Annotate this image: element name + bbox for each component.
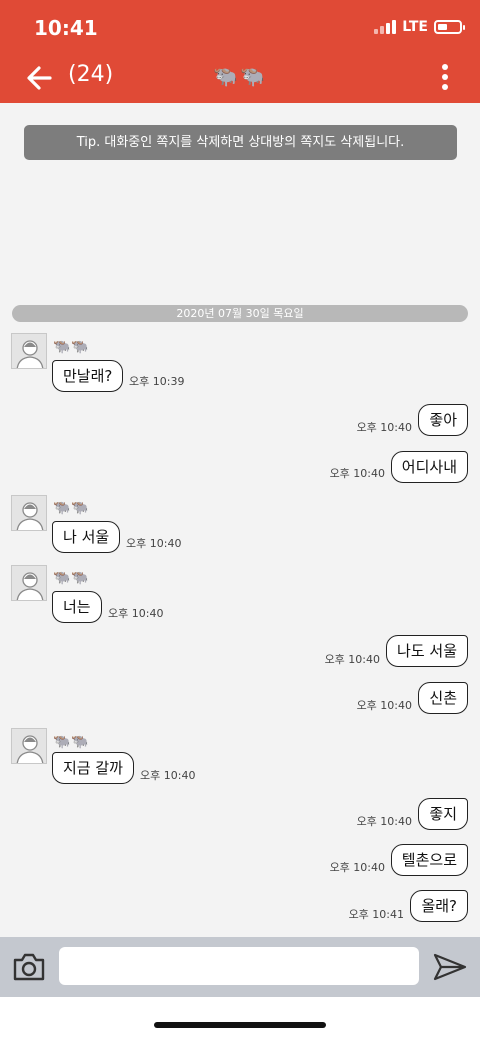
- message-time: 오후 10:40: [329, 861, 385, 874]
- camera-icon: [13, 953, 45, 981]
- home-indicator[interactable]: [154, 1022, 326, 1028]
- header-bar: 10:41 LTE (24) 🐃🐃: [0, 0, 480, 103]
- message-time: 오후 10:39: [129, 375, 185, 388]
- conversation-title: 🐃🐃: [213, 64, 267, 88]
- outgoing-message-bubble[interactable]: 좋지: [418, 798, 468, 830]
- signal-icon: [374, 20, 397, 34]
- message-input[interactable]: [59, 947, 419, 985]
- sender-name: 🐃🐃: [53, 500, 90, 516]
- send-icon: [433, 953, 467, 981]
- status-indicators: LTE: [374, 19, 465, 35]
- home-area: [0, 997, 480, 1039]
- message-time: 오후 10:40: [329, 467, 385, 480]
- battery-icon: [434, 20, 465, 34]
- sender-name: 🐃🐃: [53, 734, 90, 750]
- status-time: 10:41: [34, 16, 98, 40]
- send-button[interactable]: [432, 951, 468, 983]
- outgoing-message-bubble[interactable]: 신촌: [418, 682, 468, 714]
- outgoing-message-bubble[interactable]: 좋아: [418, 404, 468, 436]
- avatar[interactable]: [11, 565, 47, 601]
- camera-button[interactable]: [12, 951, 46, 983]
- message-time: 오후 10:40: [356, 421, 412, 434]
- sender-name: 🐃🐃: [53, 570, 90, 586]
- message-time: 오후 10:40: [356, 815, 412, 828]
- outgoing-message-bubble[interactable]: 올래?: [410, 890, 468, 922]
- incoming-message-bubble[interactable]: 나 서울: [52, 521, 121, 553]
- outgoing-message-bubble[interactable]: 텔촌으로: [390, 844, 468, 876]
- incoming-message-bubble[interactable]: 만날래?: [52, 360, 124, 392]
- message-time: 오후 10:41: [348, 908, 404, 921]
- date-separator: 2020년 07월 30일 목요일: [12, 305, 468, 322]
- message-time: 오후 10:40: [140, 769, 196, 782]
- composer-bar: [0, 937, 480, 997]
- vertical-dots-icon: [442, 64, 448, 70]
- more-options-button[interactable]: [442, 64, 448, 90]
- outgoing-message-bubble[interactable]: 어디사내: [390, 451, 468, 483]
- message-time: 오후 10:40: [356, 699, 412, 712]
- message-time: 오후 10:40: [324, 653, 380, 666]
- message-time: 오후 10:40: [108, 607, 164, 620]
- sender-name: 🐃🐃: [53, 339, 90, 355]
- avatar[interactable]: [11, 495, 47, 531]
- incoming-message-bubble[interactable]: 지금 갈까: [52, 752, 134, 784]
- incoming-message-bubble[interactable]: 너는: [52, 591, 102, 623]
- avatar[interactable]: [11, 333, 47, 369]
- outgoing-message-bubble[interactable]: 나도 서울: [386, 635, 468, 667]
- avatar[interactable]: [11, 728, 47, 764]
- message-time: 오후 10:40: [126, 537, 182, 550]
- network-label: LTE: [402, 19, 428, 35]
- tip-banner: Tip. 대화중인 쪽지를 삭제하면 상대방의 쪽지도 삭제됩니다.: [24, 125, 457, 160]
